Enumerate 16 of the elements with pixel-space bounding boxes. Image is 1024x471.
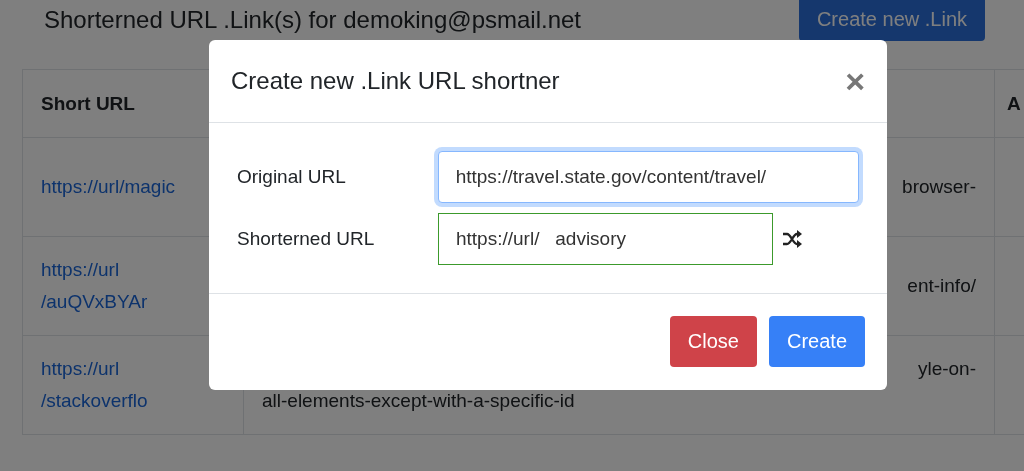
shuffle-icon[interactable] — [782, 230, 802, 248]
table-cell-text: yle-on- — [917, 357, 976, 381]
page-heading: Shorterned URL .Link(s) for demoking@psmail.net — [44, 6, 582, 34]
url-input-field[interactable]: https://travel.state.gov/content/travel/ — [437, 151, 859, 203]
url-input-field[interactable]: https://url/ advisory — [438, 213, 773, 265]
field-label: Original URL — [237, 166, 347, 188]
close-button[interactable]: Close — [669, 316, 757, 367]
create-link-button[interactable]: Create new .Link — [798, 0, 985, 41]
table-cell-text: browser- — [902, 175, 976, 199]
create-button[interactable]: Create — [768, 316, 865, 367]
table-cell-text: all-elements-except-with-a-specific-id — [262, 389, 576, 413]
column-header: A — [994, 69, 1024, 138]
short-url-link[interactable]: https://url/magic — [41, 171, 176, 203]
field-label: Shorterned URL — [237, 228, 376, 250]
table-cell-text: ent-info/ — [907, 274, 976, 298]
close-button[interactable]: × — [845, 64, 865, 98]
